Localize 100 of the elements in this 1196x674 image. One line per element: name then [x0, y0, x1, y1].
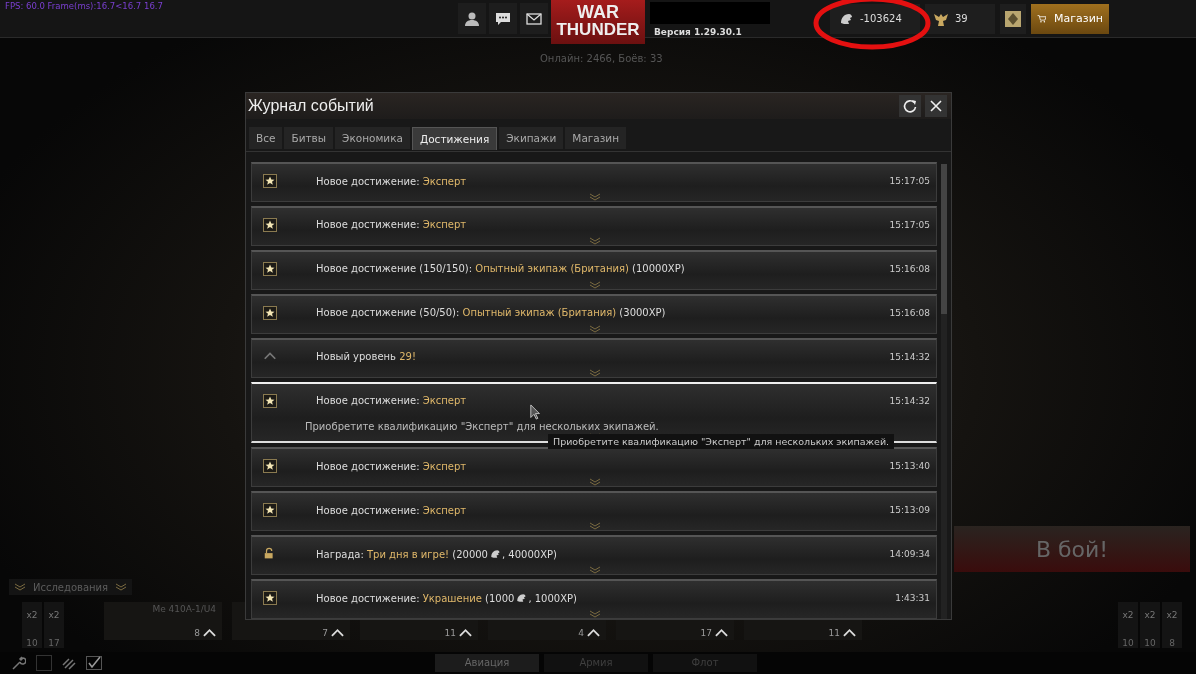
up-chevron-icon — [203, 628, 216, 638]
event-description: Приобретите квалификацию "Эксперт" для нескольких экипажей. — [305, 420, 659, 432]
scrollbar[interactable] — [941, 164, 947, 619]
chat-icon — [495, 10, 511, 27]
event-time: 15:13:09 — [889, 505, 930, 516]
rank-label: 10 — [1144, 638, 1156, 648]
tab[interactable]: Все — [249, 127, 283, 149]
rank-label: 11 — [828, 628, 840, 638]
rank-label: 11 — [444, 628, 456, 638]
event-text: Новое достижение: Эксперт — [316, 395, 468, 407]
star-icon — [263, 261, 277, 276]
multiplier-label: x2 — [1166, 609, 1178, 620]
event-time: 15:17:05 — [889, 219, 930, 230]
event-row[interactable]: Новое достижение: Эксперт 15:13:40 — [251, 447, 937, 488]
version-label: Версия 1.29.30.1 — [653, 26, 743, 37]
rank-label: 17 — [48, 638, 60, 648]
crew-slot[interactable]: x2 10 — [1140, 602, 1160, 648]
mail-icon — [526, 10, 542, 27]
rank-label: 17 — [700, 628, 712, 638]
contacts-icon — [464, 10, 480, 27]
event-row[interactable]: Новое достижение (50/50): Опытный экипаж (Британия) (3000XP) 15:16:08 — [251, 293, 937, 334]
event-text: Новое достижение: Эксперт — [316, 219, 468, 231]
event-time: 15:16:08 — [889, 263, 930, 274]
wrench-icon[interactable] — [12, 656, 26, 670]
event-time: 15:14:32 — [889, 395, 930, 406]
mail-button[interactable] — [520, 3, 548, 34]
chevrons-icon — [589, 522, 601, 531]
chevrons-icon — [589, 280, 601, 289]
refresh-button[interactable] — [899, 95, 921, 117]
lion-currency-balance: -103624 — [830, 3, 920, 34]
chevrons-icon — [589, 324, 601, 333]
chevrons-icon — [589, 566, 601, 575]
chevrons-icon — [114, 583, 129, 591]
crew-slot[interactable]: x2 17 — [44, 602, 64, 648]
game-logo: WAR THUNDER — [551, 0, 645, 44]
shop-button[interactable]: Магазин — [1031, 3, 1109, 34]
star-icon — [263, 503, 277, 518]
event-time: 15:13:40 — [889, 461, 930, 472]
event-time: 14:09:34 — [889, 549, 930, 560]
event-text: Новое достижение: Эксперт — [316, 504, 468, 516]
tab[interactable]: Магазин — [565, 127, 627, 149]
tab[interactable]: Экономика — [335, 127, 410, 149]
chevrons-icon — [589, 192, 601, 201]
rank-label: 10 — [26, 638, 38, 648]
close-button[interactable] — [925, 95, 947, 117]
chevrons-icon — [13, 583, 27, 591]
star-icon — [263, 459, 277, 474]
contacts-button[interactable] — [458, 3, 486, 34]
tab[interactable]: Экипажи — [499, 127, 564, 149]
crew-slot[interactable]: x2 10 — [1118, 602, 1138, 648]
vehicle-card[interactable]: Me 410A-1/U4 8 — [104, 602, 222, 640]
up-chevron-icon — [587, 628, 600, 638]
star-icon — [263, 393, 277, 408]
up-chevron-icon — [843, 628, 856, 638]
up-chevron-icon — [459, 628, 472, 638]
rank-label: 7 — [322, 628, 328, 638]
event-text: Новое достижение: Эксперт — [316, 460, 468, 472]
event-row[interactable]: Новое достижение: Эксперт 15:13:09 — [251, 491, 937, 532]
online-counter: Онлайн: 2466, Боёв: 33 — [539, 52, 664, 65]
premium-button[interactable] — [1000, 3, 1026, 34]
star-icon — [263, 217, 277, 232]
chevrons-icon — [589, 368, 601, 377]
event-text: Новое достижение: Эксперт — [316, 175, 468, 187]
event-row[interactable]: Новое достижение: Эксперт 15:17:05 — [251, 162, 937, 202]
event-row[interactable]: Новый уровень 29! 15:14:32 — [251, 337, 937, 378]
crew-slot[interactable]: x2 8 — [1162, 602, 1182, 648]
fps-counter: FPS: 60.0 Frame(ms):16.7<16.7 16.7 — [4, 0, 163, 13]
event-row[interactable]: Новое достижение (150/150): Опытный экипаж (Британия) (10000XP) 15:16:08 — [251, 249, 937, 290]
window-title: Журнал событий — [248, 97, 374, 115]
chat-button[interactable] — [489, 3, 517, 34]
tooltip: Приобретите квалификацию "Эксперт" для нескольких экипажей. — [548, 434, 895, 449]
event-row[interactable]: Новое достижение: Эксперт 15:17:05 — [251, 205, 937, 246]
chevrons-icon — [589, 236, 601, 245]
event-row[interactable]: Награда: Три дня в игре! (20000 , 40000XP) 14:09:34 — [251, 535, 937, 576]
up-chevron-icon — [331, 628, 344, 638]
chevrons-icon — [589, 478, 601, 487]
tab[interactable]: Битвы — [284, 127, 334, 149]
multiplier-label: x2 — [1144, 609, 1156, 620]
checkmark-icon[interactable] — [86, 656, 102, 670]
event-time: 15:16:08 — [889, 307, 930, 318]
rank-label: 8 — [194, 628, 200, 638]
event-text: Новое достижение (150/150): Опытный экипаж (Британия) (10000XP) — [316, 263, 686, 275]
crew-slot[interactable]: x2 10 — [22, 602, 42, 648]
emblem-icon — [1004, 9, 1022, 28]
refresh-icon — [902, 98, 918, 114]
rank-label: 8 — [1169, 638, 1175, 648]
multiplier-label: x2 — [26, 609, 38, 620]
tab[interactable]: Достижения — [412, 127, 498, 150]
star-icon — [263, 174, 277, 188]
eagle-balance: 39 — [925, 3, 995, 34]
up-chevron-icon — [715, 628, 728, 638]
rank-label: 4 — [578, 628, 584, 638]
multiplier-label: x2 — [1122, 609, 1134, 620]
rank-label: 10 — [1122, 638, 1134, 648]
vehicle-name: Me 410A-1/U4 — [152, 604, 216, 614]
event-text: Награда: Три дня в игре! (20000 , 40000XP) — [316, 548, 558, 561]
scrollbar-thumb[interactable] — [941, 164, 947, 314]
event-row[interactable]: Новое достижение: Украшение (1000 , 1000XP) 1:43:31 — [251, 579, 937, 619]
stripes-icon[interactable] — [62, 656, 76, 670]
star-icon — [263, 305, 277, 320]
